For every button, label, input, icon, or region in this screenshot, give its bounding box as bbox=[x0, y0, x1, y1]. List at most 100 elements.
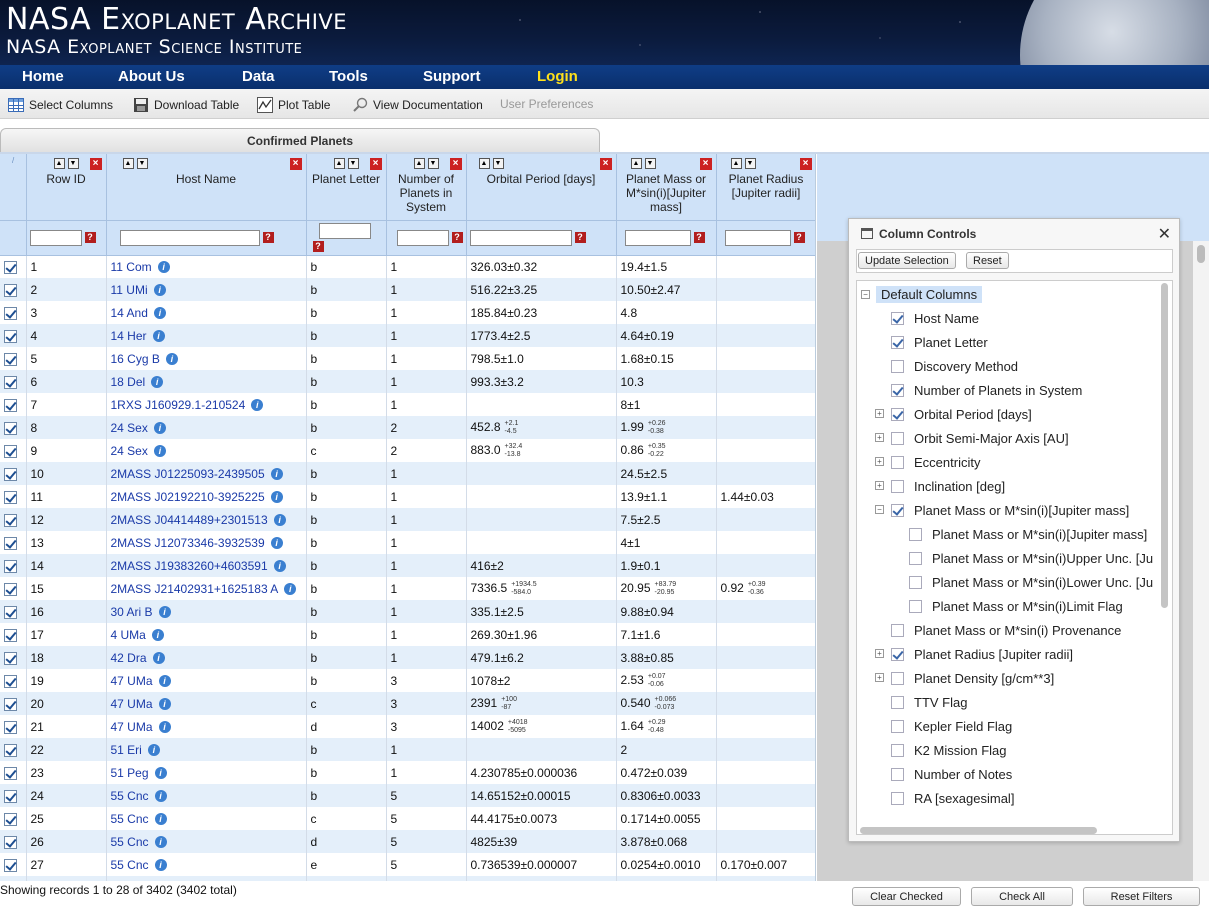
tree-item[interactable]: + Eccentricity bbox=[875, 451, 980, 473]
info-icon[interactable]: i bbox=[165, 352, 178, 365]
row-checkbox[interactable] bbox=[4, 835, 17, 849]
row-checkbox[interactable] bbox=[4, 651, 17, 665]
host-name-link[interactable]: 16 Cyg B bbox=[111, 352, 160, 366]
info-icon[interactable]: i bbox=[158, 674, 171, 687]
tree-checkbox[interactable] bbox=[891, 791, 904, 805]
view-documentation-button[interactable]: View Documentation bbox=[352, 97, 483, 113]
tree-item[interactable]: Planet Mass or M*sin(i)Limit Flag bbox=[909, 595, 1123, 617]
filter-input-planet-radius[interactable] bbox=[724, 229, 791, 246]
remove-column-icon[interactable]: × bbox=[89, 158, 102, 170]
sort-asc-icon[interactable]: ▲ bbox=[53, 157, 65, 169]
info-icon[interactable]: i bbox=[273, 513, 286, 526]
info-icon[interactable]: i bbox=[147, 743, 160, 756]
tree-checkbox[interactable] bbox=[891, 719, 904, 733]
tree-item[interactable]: Planet Mass or M*sin(i)Upper Unc. [Ju bbox=[909, 547, 1153, 569]
nav-data[interactable]: Data bbox=[242, 68, 275, 85]
info-icon[interactable]: i bbox=[157, 260, 170, 273]
host-name-link[interactable]: 55 Cnc bbox=[111, 812, 149, 826]
collapse-icon[interactable]: − bbox=[875, 505, 884, 514]
expand-icon[interactable]: + bbox=[875, 409, 884, 418]
column-header-row-id[interactable]: ▲ ▼ × Row ID bbox=[26, 154, 107, 221]
sort-desc-icon[interactable]: ▼ bbox=[744, 157, 756, 169]
info-icon[interactable]: i bbox=[154, 766, 167, 779]
row-checkbox[interactable] bbox=[4, 444, 17, 458]
reset-filters-button[interactable]: Reset Filters bbox=[1083, 887, 1200, 906]
tree-item[interactable]: Discovery Method bbox=[891, 355, 1018, 377]
nav-home[interactable]: Home bbox=[22, 68, 64, 85]
filter-input-row-id[interactable] bbox=[29, 229, 82, 246]
host-name-link[interactable]: 51 Eri bbox=[111, 743, 142, 757]
clear-checked-button[interactable]: Clear Checked bbox=[852, 887, 961, 906]
host-name-link[interactable]: 14 And bbox=[111, 306, 148, 320]
site-title[interactable]: NASA Exoplanet Archive bbox=[6, 2, 347, 37]
check-all-button[interactable]: Check All bbox=[971, 887, 1073, 906]
host-name-link[interactable]: 2MASS J04414489+2301513 bbox=[111, 513, 268, 527]
row-checkbox[interactable] bbox=[4, 789, 17, 803]
tree-checkbox[interactable] bbox=[891, 431, 904, 445]
row-checkbox[interactable] bbox=[4, 536, 17, 550]
remove-column-icon[interactable]: × bbox=[289, 158, 302, 170]
remove-column-icon[interactable]: × bbox=[699, 158, 712, 170]
close-icon[interactable]: ✕ bbox=[1158, 224, 1171, 244]
tree-item[interactable]: Planet Mass or M*sin(i)Lower Unc. [Ju bbox=[909, 571, 1153, 593]
host-name-link[interactable]: 24 Sex bbox=[111, 421, 148, 435]
host-name-link[interactable]: 1RXS J160929.1-210524 bbox=[111, 398, 246, 412]
expand-icon[interactable]: + bbox=[875, 433, 884, 442]
info-icon[interactable]: i bbox=[152, 651, 165, 664]
column-header-host-name[interactable]: ▲ ▼ × Host Name bbox=[106, 154, 307, 221]
row-checkbox[interactable] bbox=[4, 697, 17, 711]
info-icon[interactable]: i bbox=[153, 421, 166, 434]
row-checkbox[interactable] bbox=[4, 467, 17, 481]
tree-item[interactable]: Number of Planets in System bbox=[891, 379, 1082, 401]
tree-checkbox[interactable] bbox=[909, 575, 922, 589]
host-name-link[interactable]: 47 UMa bbox=[111, 697, 153, 711]
row-checkbox[interactable] bbox=[4, 720, 17, 734]
sort-asc-icon[interactable]: ▲ bbox=[122, 157, 134, 169]
row-checkbox[interactable] bbox=[4, 352, 17, 366]
info-icon[interactable]: i bbox=[158, 720, 171, 733]
row-checkbox[interactable] bbox=[4, 329, 17, 343]
host-name-link[interactable]: 47 UMa bbox=[111, 674, 153, 688]
tree-item[interactable]: + Planet Radius [Jupiter radii] bbox=[875, 643, 1073, 665]
tree-checkbox[interactable] bbox=[891, 311, 904, 325]
host-name-link[interactable]: 2MASS J01225093-2439505 bbox=[111, 467, 265, 481]
sort-asc-icon[interactable]: ▲ bbox=[630, 157, 642, 169]
info-icon[interactable]: i bbox=[153, 306, 166, 319]
scrollbar-thumb[interactable] bbox=[1197, 245, 1205, 263]
tree-item[interactable]: − Planet Mass or M*sin(i)[Jupiter mass] bbox=[875, 499, 1129, 521]
expand-icon[interactable]: + bbox=[875, 649, 884, 658]
tree-checkbox[interactable] bbox=[909, 551, 922, 565]
help-icon[interactable]: ? bbox=[262, 232, 274, 243]
help-icon[interactable]: ? bbox=[84, 232, 96, 243]
row-checkbox[interactable] bbox=[4, 490, 17, 504]
help-icon[interactable]: ? bbox=[574, 232, 586, 243]
tree-item[interactable]: + Orbit Semi-Major Axis [AU] bbox=[875, 427, 1069, 449]
nav-about-us[interactable]: About Us bbox=[118, 68, 185, 85]
row-checkbox[interactable] bbox=[4, 306, 17, 320]
tree-checkbox[interactable] bbox=[909, 527, 922, 541]
row-checkbox[interactable] bbox=[4, 766, 17, 780]
host-name-link[interactable]: 2MASS J21402931+1625183 A bbox=[111, 582, 279, 596]
info-icon[interactable]: i bbox=[151, 375, 164, 388]
sort-asc-icon[interactable]: ▲ bbox=[333, 157, 345, 169]
info-icon[interactable]: i bbox=[154, 858, 167, 871]
select-columns-button[interactable]: Select Columns bbox=[8, 97, 113, 113]
tree-checkbox[interactable] bbox=[891, 335, 904, 349]
host-name-link[interactable]: 4 UMa bbox=[111, 628, 146, 642]
user-preferences-button[interactable]: User Preferences bbox=[500, 97, 593, 111]
column-header-orbital-period[interactable]: ▲ ▼ × Orbital Period [days] bbox=[466, 154, 617, 221]
filter-input-planet-letter[interactable] bbox=[318, 222, 371, 239]
row-checkbox[interactable] bbox=[4, 674, 17, 688]
expand-icon[interactable]: + bbox=[875, 481, 884, 490]
tree-checkbox[interactable] bbox=[891, 623, 904, 637]
remove-column-icon[interactable]: × bbox=[599, 158, 612, 170]
host-name-link[interactable]: 47 UMa bbox=[111, 720, 153, 734]
nav-support[interactable]: Support bbox=[423, 68, 481, 85]
help-icon[interactable]: ? bbox=[312, 240, 324, 252]
info-icon[interactable]: i bbox=[158, 697, 171, 710]
tree-checkbox[interactable] bbox=[891, 479, 904, 493]
tab-confirmed-planets[interactable]: Confirmed Planets bbox=[0, 128, 600, 153]
row-checkbox[interactable] bbox=[4, 513, 17, 527]
host-name-link[interactable]: 51 Peg bbox=[111, 766, 149, 780]
remove-column-icon[interactable]: × bbox=[369, 158, 382, 170]
